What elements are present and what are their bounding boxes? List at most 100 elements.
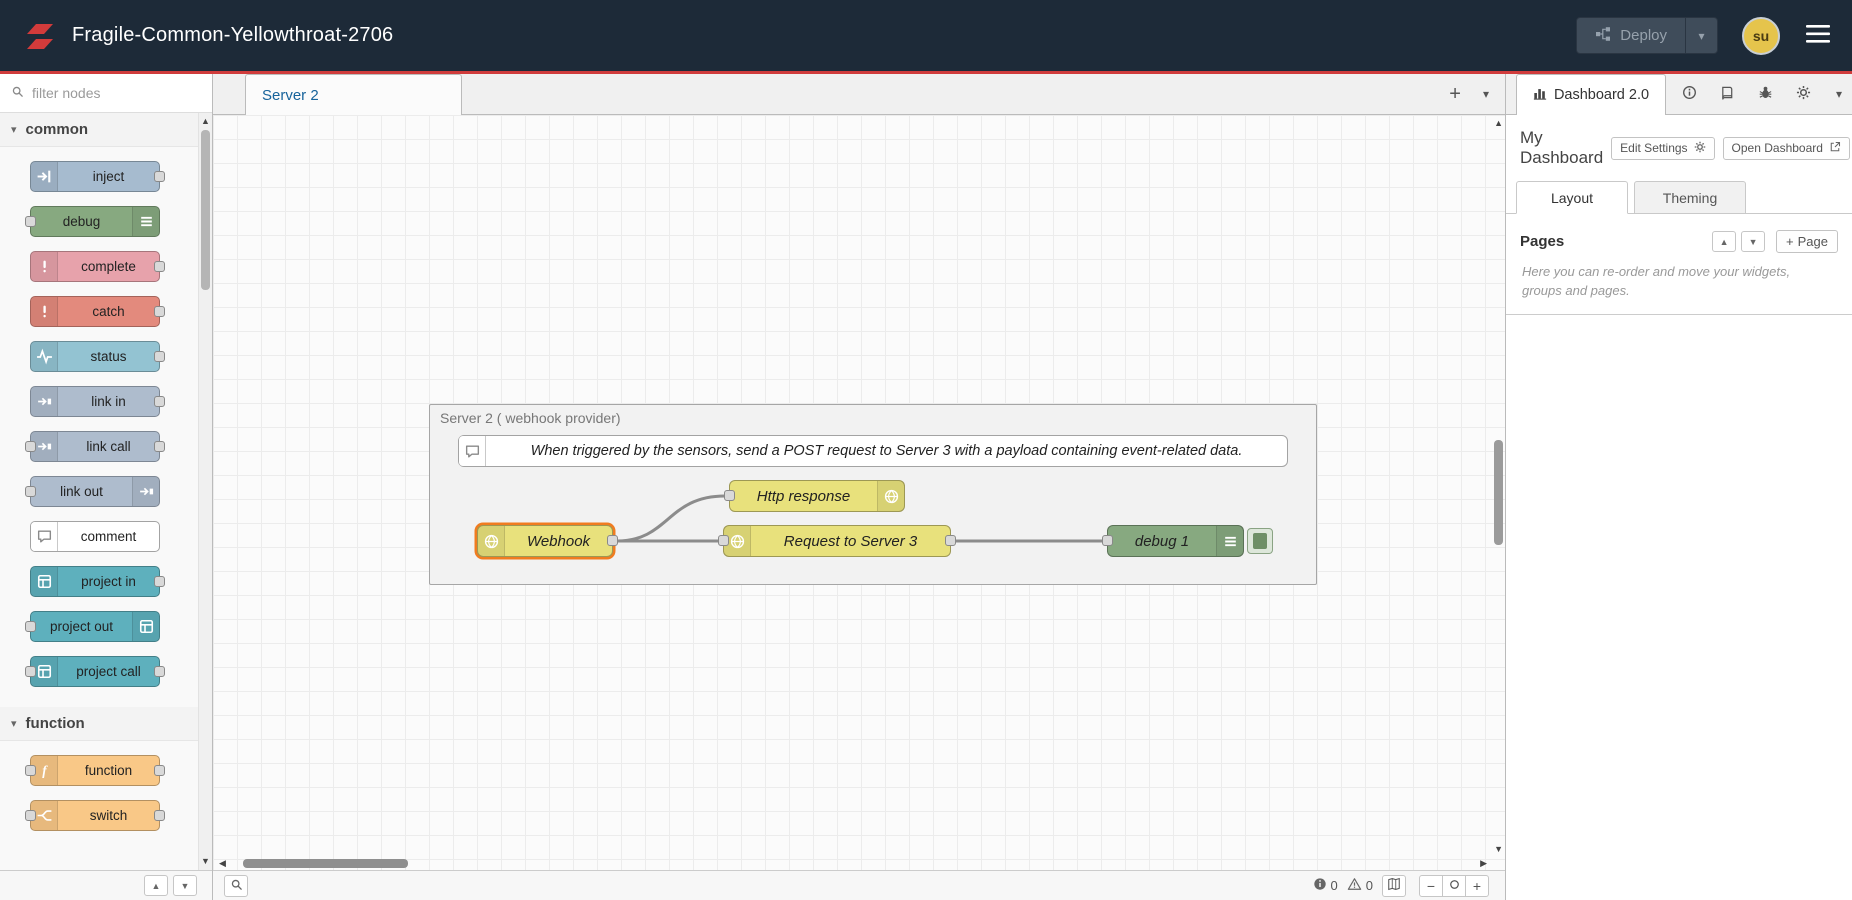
palette-category-function[interactable]: ▾function [0, 707, 212, 741]
output-port[interactable] [945, 535, 956, 546]
palette-collapse-all-button[interactable]: ▲ [144, 875, 168, 896]
node-label: link call [58, 432, 159, 461]
deploy-button[interactable]: Deploy ▾ [1576, 17, 1718, 54]
palette-node-comment[interactable]: comment [30, 521, 160, 552]
palette-node-inject[interactable]: inject [30, 161, 160, 192]
output-port[interactable] [154, 171, 165, 182]
palette-node-status[interactable]: status [30, 341, 160, 372]
palette-node-link-in[interactable]: link in [30, 386, 160, 417]
navigator-button[interactable] [1382, 875, 1406, 897]
book-icon [1720, 85, 1735, 103]
canvas-scroll-right-arrow[interactable]: ▶ [1480, 859, 1487, 868]
input-port[interactable] [25, 666, 36, 677]
tab-theming[interactable]: Theming [1634, 181, 1746, 214]
input-port[interactable] [25, 216, 36, 227]
debug-toggle-button[interactable] [1247, 528, 1273, 554]
input-port[interactable] [724, 490, 735, 501]
flow-canvas[interactable]: Server 2 ( webhook provider) ▲ ▼ ◀ ▶ Whe… [213, 115, 1505, 870]
output-port[interactable] [154, 306, 165, 317]
input-port[interactable] [1102, 535, 1113, 546]
add-flow-button[interactable]: + [1449, 84, 1461, 104]
move-page-down-button[interactable]: ▼ [1741, 231, 1765, 252]
scroll-down-arrow[interactable]: ▼ [199, 857, 212, 866]
output-port[interactable] [154, 576, 165, 587]
flow-node-webhook[interactable]: Webhook [477, 525, 613, 557]
palette-node-complete[interactable]: complete [30, 251, 160, 282]
list-icon [1216, 526, 1243, 556]
palette-node-debug[interactable]: debug [30, 206, 160, 237]
flow-node-debug-1[interactable]: debug 1 [1107, 525, 1244, 557]
move-page-up-button[interactable]: ▲ [1712, 231, 1736, 252]
warning-icon [1347, 877, 1362, 894]
node-label: project call [58, 657, 159, 686]
input-port[interactable] [25, 441, 36, 452]
palette-scrollbar-thumb[interactable] [201, 130, 210, 290]
output-port[interactable] [154, 441, 165, 452]
output-port[interactable] [154, 810, 165, 821]
flow-list-button[interactable]: ▾ [1483, 87, 1489, 101]
user-avatar[interactable]: su [1742, 17, 1780, 55]
flow-node-http-response[interactable]: Http response [729, 480, 905, 512]
divider [1506, 314, 1852, 315]
palette-expand-all-button[interactable]: ▼ [173, 875, 197, 896]
zoom-out-button[interactable]: − [1419, 875, 1443, 897]
output-port[interactable] [154, 666, 165, 677]
output-port[interactable] [154, 351, 165, 362]
canvas-scroll-up-arrow[interactable]: ▲ [1494, 119, 1503, 128]
input-port[interactable] [25, 810, 36, 821]
palette-node-catch[interactable]: catch [30, 296, 160, 327]
palette-node-link-call[interactable]: link call [30, 431, 160, 462]
add-page-button[interactable]: + Page [1776, 230, 1838, 253]
dashboard-title: My Dashboard [1520, 128, 1603, 168]
node-label: switch [58, 801, 159, 830]
palette-search-input[interactable] [32, 85, 172, 101]
output-port[interactable] [154, 765, 165, 776]
open-dashboard-button[interactable]: Open Dashboard [1723, 137, 1850, 160]
horizontal-scrollbar-thumb[interactable] [243, 859, 408, 868]
flow-node-request-to-server-3[interactable]: Request to Server 3 [723, 525, 951, 557]
open-dashboard-label: Open Dashboard [1732, 141, 1823, 155]
palette-node-project-call[interactable]: project call [30, 656, 160, 687]
instance-title: Fragile-Common-Yellowthroat-2706 [72, 24, 1576, 47]
palette-node-project-out[interactable]: project out [30, 611, 160, 642]
error-count[interactable]: 0 [1313, 877, 1338, 894]
edit-settings-button[interactable]: Edit Settings [1611, 137, 1714, 160]
zoom-reset-button[interactable] [1442, 875, 1466, 897]
input-port[interactable] [25, 621, 36, 632]
tab-config-nodes[interactable] [1784, 74, 1822, 114]
palette-category-common[interactable]: ▾common [0, 113, 212, 147]
scroll-up-arrow[interactable]: ▲ [199, 117, 212, 126]
output-port[interactable] [607, 535, 618, 546]
vertical-scrollbar-thumb[interactable] [1494, 440, 1503, 545]
flow-comment-node[interactable]: When triggered by the sensors, send a PO… [458, 435, 1288, 467]
palette-scrollbar[interactable]: ▲ ▼ [198, 113, 212, 870]
tabbar-actions: + ▾ [1449, 74, 1489, 114]
zoom-in-button[interactable]: + [1465, 875, 1489, 897]
flowfuse-logo[interactable] [22, 20, 58, 52]
flow-tab-server-2[interactable]: Server 2 [245, 74, 462, 115]
canvas-scroll-down-arrow[interactable]: ▼ [1494, 845, 1503, 854]
input-port[interactable] [25, 765, 36, 776]
sidebar-options-button[interactable]: ▾ [1836, 74, 1842, 114]
palette-node-link-out[interactable]: link out [30, 476, 160, 507]
output-port[interactable] [154, 396, 165, 407]
palette-node-switch[interactable]: switch [30, 800, 160, 831]
canvas-search-button[interactable] [224, 875, 248, 897]
palette-node-function[interactable]: ffunction [30, 755, 160, 786]
input-port[interactable] [718, 535, 729, 546]
output-port[interactable] [154, 261, 165, 272]
tab-debug[interactable] [1746, 74, 1784, 114]
deploy-options-button[interactable]: ▾ [1685, 18, 1717, 53]
tab-info[interactable] [1670, 74, 1708, 114]
node-label: comment [58, 522, 159, 551]
canvas-scroll-left-arrow[interactable]: ◀ [219, 859, 226, 868]
input-port[interactable] [25, 486, 36, 497]
node-label: link in [58, 387, 159, 416]
main-menu-button[interactable] [1806, 25, 1830, 46]
warning-count[interactable]: 0 [1347, 877, 1373, 894]
tab-dashboard-2-0[interactable]: Dashboard 2.0 [1516, 74, 1666, 115]
tab-theming-label: Theming [1663, 190, 1717, 206]
tab-help[interactable] [1708, 74, 1746, 114]
tab-layout[interactable]: Layout [1516, 181, 1628, 214]
palette-node-project-in[interactable]: project in [30, 566, 160, 597]
